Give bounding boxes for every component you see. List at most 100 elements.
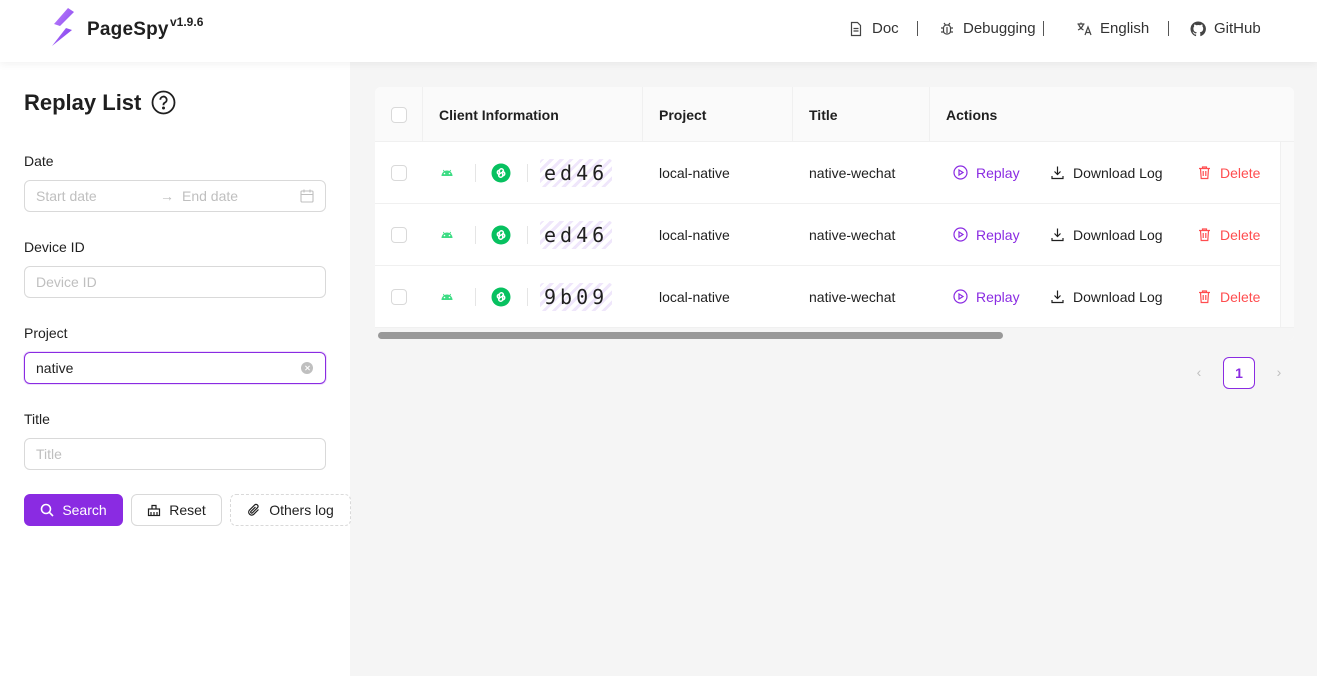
- trash-icon: [1199, 166, 1210, 180]
- help-icon[interactable]: [151, 90, 176, 115]
- reset-button[interactable]: Reset: [131, 494, 222, 526]
- table-row[interactable]: ed46 local-native native-wechat Replay D…: [375, 142, 1280, 204]
- date-label: Date: [24, 153, 54, 169]
- replay-label: Replay: [976, 288, 1020, 305]
- replay-table: Client Information Project Title Actions…: [375, 87, 1294, 341]
- device-id-badge[interactable]: ed46: [540, 220, 613, 249]
- client-info-cell: ed46: [439, 204, 613, 265]
- device-id-input[interactable]: Device ID: [24, 266, 326, 298]
- pagespy-logo-icon[interactable]: [48, 6, 78, 50]
- delete-action[interactable]: Delete: [1197, 204, 1260, 265]
- select-all-checkbox[interactable]: [391, 106, 407, 123]
- nav-debugging-link[interactable]: Debugging: [939, 20, 1036, 37]
- column-header-actions[interactable]: Actions: [930, 87, 997, 142]
- search-button[interactable]: Search: [24, 494, 123, 526]
- row-checkbox[interactable]: [391, 288, 407, 305]
- download-log-action[interactable]: Download Log: [1050, 266, 1163, 327]
- wechat-mini-program-icon: [491, 287, 511, 306]
- select-all-cell: [375, 87, 423, 142]
- others-log-button-label: Others log: [269, 502, 334, 518]
- search-icon: [41, 503, 54, 517]
- table-header: Client Information Project Title Actions: [375, 87, 1294, 142]
- document-icon: [850, 21, 862, 36]
- replay-action[interactable]: Replay: [953, 142, 1020, 203]
- download-log-label: Download Log: [1073, 288, 1163, 305]
- android-icon: [441, 231, 453, 238]
- android-icon: [441, 293, 453, 300]
- row-select-cell: [391, 142, 407, 203]
- row-checkbox[interactable]: [391, 164, 407, 181]
- download-log-action[interactable]: Download Log: [1050, 142, 1163, 203]
- paperclip-icon: [248, 503, 260, 516]
- broom-icon: [148, 504, 161, 517]
- download-log-label: Download Log: [1073, 164, 1163, 181]
- delete-action[interactable]: Delete: [1197, 142, 1260, 203]
- horizontal-scrollbar-thumb[interactable]: [378, 332, 1003, 339]
- divider: [527, 163, 528, 182]
- table-row[interactable]: 9b09 local-native native-wechat Replay D…: [375, 266, 1280, 328]
- replay-label: Replay: [976, 164, 1020, 181]
- divider: [475, 225, 476, 244]
- trash-icon: [1199, 228, 1210, 242]
- client-info-cell: ed46: [439, 142, 613, 203]
- download-icon: [1051, 166, 1064, 180]
- delete-label: Delete: [1220, 164, 1261, 181]
- row-checkbox[interactable]: [391, 226, 407, 243]
- start-date-input[interactable]: Start date: [36, 188, 97, 204]
- brand-name[interactable]: PageSpy: [87, 19, 169, 41]
- wechat-mini-program-icon: [491, 163, 511, 182]
- title-cell: native-wechat: [809, 288, 896, 305]
- nav-language-link[interactable]: English: [1076, 20, 1149, 37]
- clear-icon[interactable]: [301, 362, 313, 374]
- device-id-badge[interactable]: ed46: [540, 158, 613, 187]
- bug-icon: [941, 22, 953, 35]
- calendar-icon[interactable]: [300, 189, 314, 203]
- filter-sidebar: Replay List Date Start date → End date D…: [0, 62, 351, 676]
- trash-icon: [1199, 290, 1210, 304]
- pagination-next-icon[interactable]: ›: [1271, 364, 1287, 380]
- end-date-input[interactable]: End date: [182, 188, 238, 204]
- title-cell: native-wechat: [809, 226, 896, 243]
- project-input[interactable]: native: [24, 352, 326, 384]
- play-circle-icon: [953, 165, 968, 180]
- title-input[interactable]: Title: [24, 438, 326, 470]
- version-label: v1.9.6: [170, 15, 204, 29]
- column-header-client-info[interactable]: Client Information: [423, 87, 559, 142]
- row-select-cell: [391, 266, 407, 327]
- title-cell: native-wechat: [809, 164, 896, 181]
- device-id-placeholder: Device ID: [36, 274, 97, 290]
- download-log-label: Download Log: [1073, 226, 1163, 243]
- project-cell: local-native: [659, 226, 730, 243]
- translate-icon: [1077, 22, 1092, 35]
- reset-button-label: Reset: [169, 502, 206, 518]
- row-select-cell: [391, 204, 407, 265]
- download-log-action[interactable]: Download Log: [1050, 204, 1163, 265]
- arrow-right-icon: →: [160, 188, 174, 204]
- delete-action[interactable]: Delete: [1197, 266, 1260, 327]
- nav-divider: [1168, 21, 1169, 36]
- pagination-prev-icon[interactable]: ‹: [1191, 364, 1207, 380]
- replay-action[interactable]: Replay: [953, 266, 1020, 327]
- table-row[interactable]: ed46 local-native native-wechat Replay D…: [375, 204, 1280, 266]
- play-circle-icon: [953, 227, 968, 242]
- title-label: Title: [24, 411, 50, 427]
- divider: [475, 163, 476, 182]
- nav-github-link[interactable]: GitHub: [1190, 20, 1261, 37]
- nav-doc-link[interactable]: Doc: [848, 20, 899, 37]
- download-icon: [1051, 290, 1064, 304]
- column-header-title[interactable]: Title: [793, 87, 838, 142]
- device-id-badge[interactable]: 9b09: [540, 282, 613, 311]
- replay-action[interactable]: Replay: [953, 204, 1020, 265]
- title-placeholder: Title: [36, 446, 62, 462]
- pagination-page[interactable]: 1: [1223, 357, 1255, 389]
- others-log-button[interactable]: Others log: [230, 494, 351, 526]
- date-range-picker[interactable]: Start date → End date: [24, 180, 326, 212]
- nav-divider: [1043, 21, 1044, 36]
- horizontal-scrollbar[interactable]: [375, 327, 1294, 341]
- page-title: Replay List: [24, 90, 142, 115]
- project-input-value: native: [36, 360, 74, 376]
- vertical-scrollbar[interactable]: [1280, 142, 1294, 327]
- divider: [475, 287, 476, 306]
- column-header-project[interactable]: Project: [643, 87, 706, 142]
- project-cell: local-native: [659, 288, 730, 305]
